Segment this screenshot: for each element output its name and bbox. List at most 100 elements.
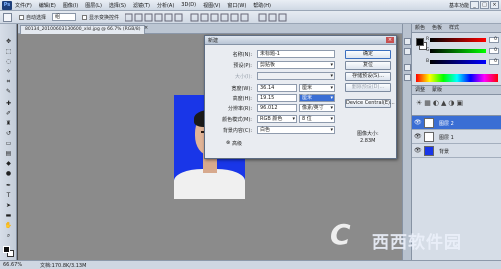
tab-adjustments[interactable]: 调整 bbox=[415, 87, 425, 94]
show-transform-checkbox[interactable] bbox=[82, 15, 87, 20]
tab-swatches[interactable]: 色板 bbox=[432, 25, 442, 32]
color-mode-label: 颜色模式(M): bbox=[222, 117, 252, 123]
menu-help[interactable]: 帮助(H) bbox=[253, 2, 271, 9]
bit-depth-select[interactable]: 8 位 bbox=[299, 115, 335, 123]
eyedropper-tool-icon[interactable]: ✎ bbox=[4, 88, 13, 96]
advanced-toggle-icon[interactable]: ⊗ bbox=[226, 140, 230, 146]
menu-filter[interactable]: 滤镜(T) bbox=[133, 2, 150, 9]
panel-foreground-swatch[interactable] bbox=[416, 38, 424, 46]
shape-tool-icon[interactable]: ▬ bbox=[4, 212, 13, 220]
menu-3d[interactable]: 3D(D) bbox=[181, 2, 196, 8]
resolution-field[interactable]: 96.012 bbox=[257, 104, 297, 112]
auto-select-dropdown[interactable]: 组 bbox=[52, 13, 76, 21]
lasso-tool-icon[interactable]: ◌ bbox=[4, 58, 13, 66]
menu-analysis[interactable]: 分析(A) bbox=[157, 2, 174, 9]
slider-b-label: B bbox=[426, 59, 430, 64]
width-unit-select[interactable]: 厘米 bbox=[299, 84, 335, 92]
menu-view[interactable]: 视图(V) bbox=[203, 2, 220, 9]
healing-brush-tool-icon[interactable]: ✚ bbox=[4, 100, 13, 108]
reset-button[interactable]: 复位 bbox=[345, 61, 391, 70]
delete-preset-button[interactable]: 删除预设(D)... bbox=[345, 83, 391, 92]
slider-r[interactable] bbox=[430, 38, 486, 42]
adjustments-panel-tabs: 调整 蒙版 bbox=[412, 86, 501, 95]
menu-select[interactable]: 选择(S) bbox=[109, 2, 126, 9]
device-central-button[interactable]: Device Central(E)... bbox=[345, 99, 395, 108]
magic-wand-tool-icon[interactable]: ✧ bbox=[4, 68, 13, 76]
color-mode-select[interactable]: RGB 颜色 bbox=[257, 115, 297, 123]
hand-tool-icon[interactable]: ✋ bbox=[4, 222, 13, 230]
visibility-eye-icon[interactable]: 👁 bbox=[414, 147, 422, 154]
type-tool-icon[interactable]: T bbox=[4, 192, 13, 200]
menu-image[interactable]: 图像(I) bbox=[63, 2, 78, 9]
pen-tool-icon[interactable]: ✒ bbox=[4, 182, 13, 190]
slider-r-value[interactable]: 0 bbox=[489, 37, 499, 43]
dialog-close-button[interactable]: × bbox=[386, 37, 394, 43]
layer-name[interactable]: 图层 1 bbox=[439, 134, 454, 141]
dodge-tool-icon[interactable]: ● bbox=[4, 170, 13, 178]
resolution-unit-select[interactable]: 像素/英寸 bbox=[299, 104, 335, 112]
workspace-switcher[interactable]: 基本功能 bbox=[449, 2, 469, 9]
watermark-logo: C bbox=[330, 218, 351, 251]
eraser-tool-icon[interactable]: ▭ bbox=[4, 140, 13, 148]
layer-row[interactable]: 👁 图层 2 bbox=[412, 116, 501, 130]
show-transform-label: 显示变换控件 bbox=[89, 15, 120, 21]
clone-stamp-tool-icon[interactable]: ♜ bbox=[4, 120, 13, 128]
background-select[interactable]: 白色 bbox=[257, 126, 335, 134]
visibility-eye-icon[interactable]: 👁 bbox=[414, 119, 422, 126]
auto-select-checkbox[interactable] bbox=[19, 15, 24, 20]
tab-color[interactable]: 颜色 bbox=[415, 25, 425, 32]
width-field[interactable]: 36.14 bbox=[257, 84, 297, 92]
layer-name[interactable]: 背景 bbox=[439, 148, 449, 155]
actions-panel-icon[interactable] bbox=[404, 48, 411, 55]
tab-masks[interactable]: 蒙版 bbox=[432, 87, 442, 94]
marquee-tool-icon[interactable]: ⬚ bbox=[4, 48, 13, 56]
clone-source-panel-icon[interactable] bbox=[404, 74, 411, 81]
layer-row[interactable]: 👁 背景 bbox=[412, 144, 501, 158]
zoom-tool-icon[interactable]: ⌕ bbox=[4, 232, 13, 240]
menu-layer[interactable]: 图层(L) bbox=[85, 2, 102, 9]
menu-file[interactable]: 文件(F) bbox=[15, 2, 32, 9]
history-panel-icon[interactable] bbox=[404, 38, 411, 45]
size-select bbox=[257, 72, 335, 80]
watermark-text: 西西软件园 bbox=[372, 233, 462, 253]
advanced-label[interactable]: 高级 bbox=[232, 140, 242, 147]
visibility-eye-icon[interactable]: 👁 bbox=[414, 133, 422, 140]
color-spectrum[interactable] bbox=[416, 74, 498, 82]
zoom-level[interactable]: 66.67% bbox=[3, 262, 22, 268]
slider-b[interactable] bbox=[430, 60, 486, 64]
move-tool-icon[interactable] bbox=[3, 13, 12, 22]
menu-edit[interactable]: 编辑(E) bbox=[39, 2, 56, 9]
brush-tool-icon[interactable]: ✐ bbox=[4, 110, 13, 118]
resolution-row: 分辨率(R): 96.012 像素/英寸 bbox=[205, 104, 345, 112]
menu-window[interactable]: 窗口(W) bbox=[227, 2, 246, 9]
brushes-panel-icon[interactable] bbox=[404, 64, 411, 71]
gradient-tool-icon[interactable]: ▤ bbox=[4, 150, 13, 158]
maximize-button[interactable]: □ bbox=[480, 1, 489, 9]
background-label: 背景内容(C): bbox=[222, 128, 252, 134]
minimize-button[interactable]: _ bbox=[470, 1, 479, 9]
preset-label: 预设(P): bbox=[233, 63, 252, 69]
history-brush-tool-icon[interactable]: ↺ bbox=[4, 130, 13, 138]
layer-name[interactable]: 图层 2 bbox=[439, 120, 454, 127]
ok-button[interactable]: 确定 bbox=[345, 50, 391, 59]
foreground-color-swatch[interactable] bbox=[3, 246, 10, 253]
preset-select[interactable]: 剪贴板 bbox=[257, 61, 335, 69]
path-selection-tool-icon[interactable]: ➤ bbox=[4, 202, 13, 210]
move-tool-icon[interactable]: ✥ bbox=[4, 38, 13, 46]
tab-styles[interactable]: 样式 bbox=[449, 25, 459, 32]
align-icons[interactable] bbox=[125, 13, 305, 22]
layer-row[interactable]: 👁 图层 1 bbox=[412, 130, 501, 144]
crop-tool-icon[interactable]: ⌗ bbox=[4, 78, 13, 86]
document-tab[interactable]: 80134_20100603130600_xlsl.jpg @ 66.7% (R… bbox=[20, 25, 146, 34]
save-preset-button[interactable]: 存储预设(S)... bbox=[345, 72, 391, 81]
name-field[interactable]: 未标题-1 bbox=[257, 50, 335, 58]
close-window-button[interactable]: × bbox=[490, 1, 499, 9]
blur-tool-icon[interactable]: ◆ bbox=[4, 160, 13, 168]
adjustment-icons[interactable]: ☀▦◐▲◑▣ bbox=[416, 99, 465, 107]
close-tab-icon[interactable]: × bbox=[144, 25, 148, 31]
slider-g[interactable] bbox=[430, 49, 486, 53]
height-field[interactable]: 19.15 bbox=[257, 94, 297, 102]
slider-b-value[interactable]: 0 bbox=[489, 59, 499, 65]
slider-g-value[interactable]: 0 bbox=[489, 48, 499, 54]
height-unit-select[interactable]: 厘米 bbox=[299, 94, 335, 102]
